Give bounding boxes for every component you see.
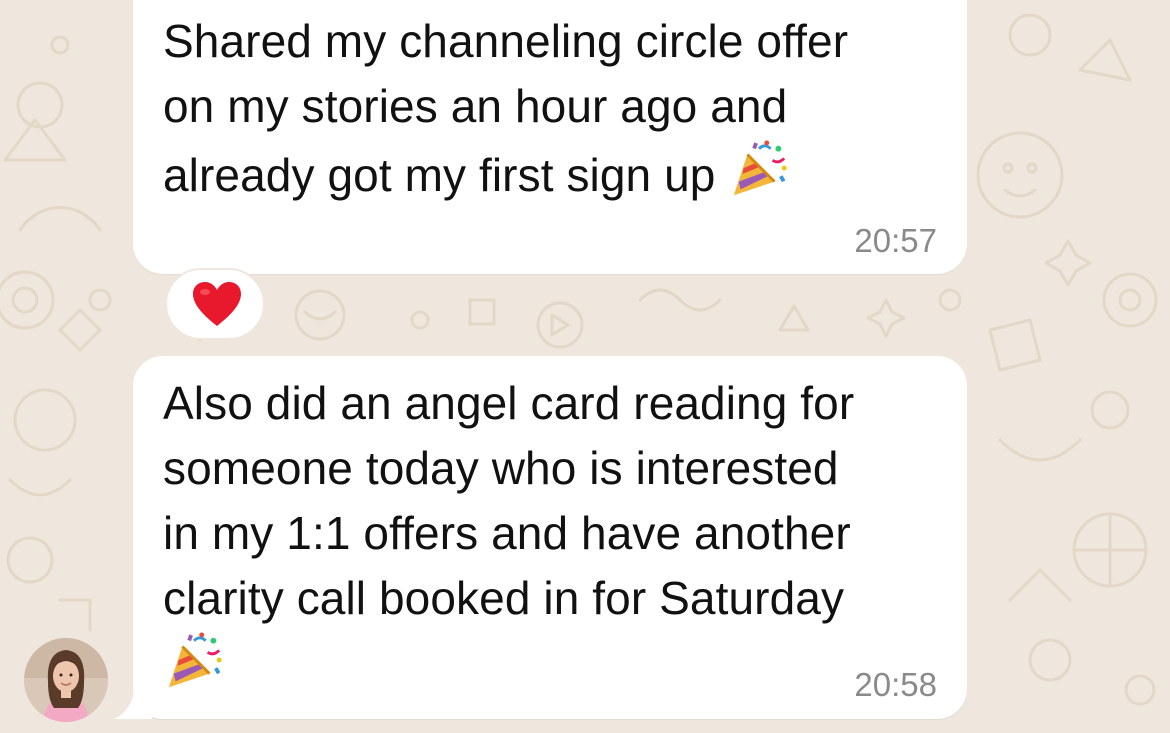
message-timestamp: 20:57 xyxy=(854,222,937,259)
message-line: in my 1:1 offers and have another xyxy=(163,507,851,559)
message-timestamp: 20:58 xyxy=(854,666,937,703)
message-line: someone today who is interested xyxy=(163,442,839,494)
heart-reaction[interactable] xyxy=(165,268,265,340)
message-text: Also did an angel card reading for someo… xyxy=(163,371,943,700)
red-heart-icon xyxy=(193,282,241,326)
message-bubble-1[interactable]: Shared my channeling circle offer on my … xyxy=(133,0,967,274)
bubble-tail xyxy=(114,680,152,719)
sender-avatar[interactable] xyxy=(24,638,108,722)
message-line: Shared my channeling circle offer xyxy=(163,15,849,67)
message-text: Shared my channeling circle offer on my … xyxy=(163,9,943,208)
message-line: already got my first sign up xyxy=(163,139,943,208)
message-bubble-2[interactable]: Also did an angel card reading for someo… xyxy=(133,356,967,719)
message-line: Also did an angel card reading for xyxy=(163,377,855,429)
message-line xyxy=(163,631,943,700)
message-line: clarity call booked in for Saturday xyxy=(163,572,845,624)
party-popper-icon xyxy=(168,632,222,688)
message-line: on my stories an hour ago and xyxy=(163,80,788,132)
user-avatar-icon xyxy=(24,638,108,722)
party-popper-icon xyxy=(734,140,787,196)
